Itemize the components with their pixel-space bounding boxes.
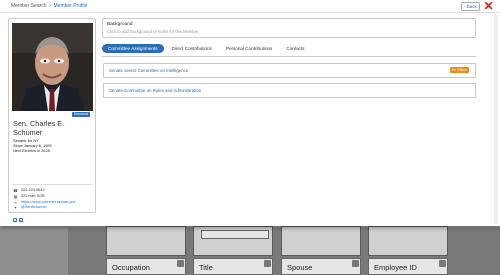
bg-field-box (368, 226, 448, 256)
modal-scrollbar[interactable] (494, 14, 498, 224)
member-details: Senator for NY Since January 6, 1999 Nex… (13, 138, 52, 153)
party-badge: Democrat (72, 112, 90, 117)
member-profile-modal: Member Search>Member Profile ‹ Back ✕ (0, 0, 500, 226)
tab-personal-contributions[interactable]: Personal Contributions (220, 44, 278, 53)
breadcrumb: Member Search > Member Profile (11, 3, 87, 9)
contact-twitter: ✦ @SenSchumer (13, 205, 75, 211)
tabs-divider (102, 56, 476, 57)
tab-direct-contributions[interactable]: Direct Contributions (166, 44, 218, 53)
breadcrumb-separator: > (48, 3, 52, 9)
ex-officio-badge: Ex Officio (449, 67, 469, 73)
chevron-left-icon: ‹ (464, 4, 466, 9)
facebook-icon[interactable]: f (13, 218, 17, 223)
bg-field-box (106, 226, 186, 256)
bg-field-label: Title (199, 263, 213, 272)
background-title: Background (107, 22, 133, 27)
bg-field-box (281, 226, 361, 256)
twitter-icon: ✦ (13, 205, 18, 211)
social-links: f ▶ (13, 218, 23, 223)
bg-input (201, 230, 269, 239)
modal-header: Member Search > Member Profile ‹ Back ✕ (0, 0, 500, 13)
close-icon[interactable]: ✕ (482, 0, 495, 13)
committee-item[interactable]: Senate Select Committee on Intelligence … (103, 63, 476, 78)
profile-card: Democrat Sen. Charles E. Schumer Senator… (8, 18, 96, 223)
profile-tabs: Committee Assignments Direct Contributio… (102, 44, 311, 54)
committee-item[interactable]: Senate Committee on Rules and Administra… (103, 83, 476, 98)
breadcrumb-member-search[interactable]: Member Search (11, 3, 47, 9)
edit-icon (264, 260, 271, 267)
divider (13, 184, 93, 185)
contact-list: ☎ 202-224-6542 ▦ 322 Hart SOB ∞ https://… (13, 188, 75, 211)
breadcrumb-member-profile[interactable]: Member Profile (54, 3, 88, 9)
committee-name[interactable]: Senate Committee on Rules and Administra… (109, 88, 201, 93)
portrait-image (12, 23, 93, 111)
back-button[interactable]: ‹ Back (461, 2, 480, 11)
committee-name[interactable]: Senate Select Committee on Intelligence (109, 68, 188, 73)
next-election: Next Election in 2028 (13, 147, 50, 153)
bg-field-spouse: Spouse (281, 258, 361, 275)
member-name: Sen. Charles E. Schumer (13, 119, 65, 137)
tab-committee-assignments[interactable]: Committee Assignments (102, 44, 164, 53)
edit-icon (439, 260, 446, 267)
bg-field-label: Occupation (112, 263, 150, 272)
youtube-icon[interactable]: ▶ (19, 218, 23, 223)
bg-field-label: Spouse (287, 263, 313, 272)
background-notes[interactable]: Background Click to add background or no… (102, 18, 476, 38)
bg-field-label: Employee ID (374, 263, 417, 272)
back-button-label: Back (466, 4, 477, 9)
edit-icon (352, 260, 359, 267)
edit-icon (177, 260, 184, 267)
member-photo (12, 23, 93, 111)
twitter-link[interactable]: @SenSchumer (21, 205, 47, 211)
background-placeholder: Click to add background or notes for thi… (107, 29, 200, 34)
bg-field-title: Title (193, 258, 273, 275)
bg-field-employee-id: Employee ID (368, 258, 448, 275)
tab-contacts[interactable]: Contacts (280, 44, 310, 53)
bg-field-occupation: Occupation (106, 258, 186, 275)
